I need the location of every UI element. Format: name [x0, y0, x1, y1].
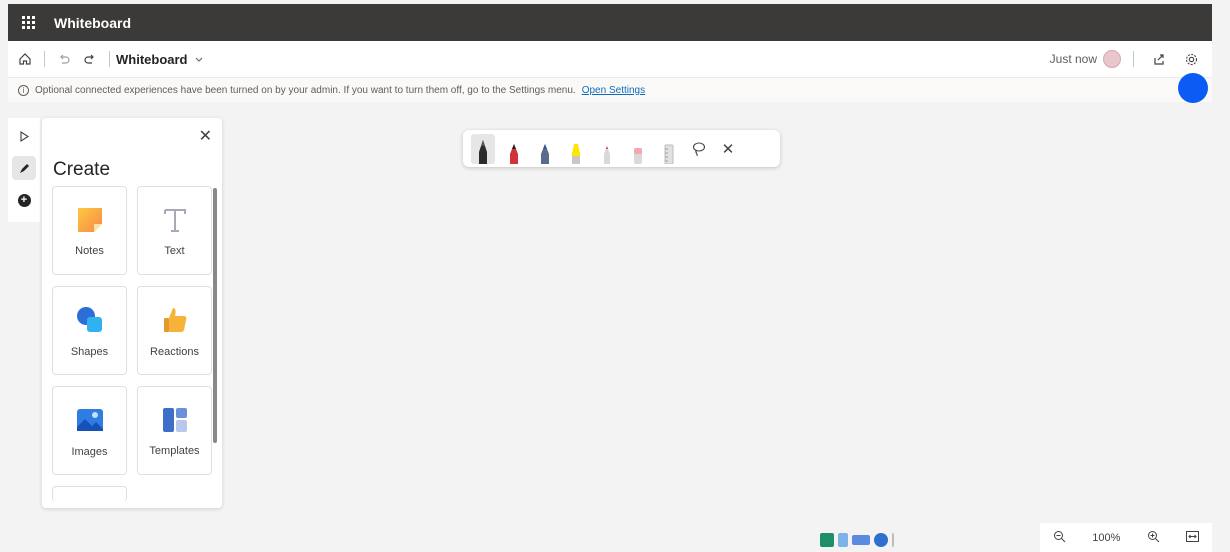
shapes-tile[interactable]: Shapes: [52, 286, 127, 375]
undo-icon: [60, 54, 70, 64]
pointer-icon: [19, 130, 29, 142]
eraser-icon: [634, 147, 642, 164]
text-icon: [163, 208, 186, 232]
command-bar-right: Just now: [1050, 46, 1212, 72]
images-tile[interactable]: Images: [52, 386, 127, 475]
pen-icon: [479, 139, 487, 164]
close-toolbar-button[interactable]: ✕: [717, 138, 739, 160]
lasso-button[interactable]: [688, 138, 710, 160]
panel-scrollbar[interactable]: [213, 188, 217, 443]
inking-tool-button[interactable]: [12, 156, 36, 180]
save-status: Just now: [1049, 52, 1097, 66]
left-tool-rail: +: [8, 118, 40, 222]
select-tool-button[interactable]: [12, 124, 36, 148]
red-pen-button[interactable]: [502, 134, 526, 164]
create-panel: ✕ Create Notes Text Shapes Reactions Ima…: [42, 118, 222, 508]
tile-label: Shapes: [70, 345, 109, 358]
ink-toolbar: ✕: [463, 130, 780, 167]
waffle-icon: [21, 16, 35, 29]
settings-button[interactable]: [1178, 46, 1204, 72]
close-icon: ✕: [721, 140, 735, 158]
fit-to-screen-button[interactable]: [1185, 530, 1199, 545]
reactions-tile[interactable]: Reactions: [137, 286, 212, 375]
text-tile[interactable]: Text: [137, 186, 212, 275]
create-tiles: Notes Text Shapes Reactions Images Templ…: [52, 186, 212, 502]
redo-button[interactable]: [77, 46, 103, 72]
gear-icon: [1185, 53, 1197, 65]
zoom-controls: 100%: [1040, 523, 1212, 552]
pencil-button[interactable]: [595, 134, 619, 164]
black-pen-button[interactable]: [471, 133, 495, 164]
image-icon: [76, 408, 103, 431]
zoom-in-button[interactable]: [1147, 530, 1160, 546]
fit-screen-icon: [1185, 530, 1199, 542]
pen-icon: [510, 143, 518, 164]
divider: [109, 51, 110, 67]
close-panel-button[interactable]: ✕: [199, 126, 212, 146]
app-launcher-button[interactable]: [8, 4, 48, 41]
tile-label: Text: [164, 244, 185, 257]
panel-title: Create: [53, 159, 111, 180]
pen-icon: [19, 163, 29, 173]
home-icon: [19, 53, 31, 65]
title-bar: Whiteboard: [8, 4, 1212, 41]
pen-icon: [541, 143, 549, 164]
info-icon: i: [18, 84, 29, 96]
ruler-icon: [664, 144, 674, 164]
app-title: Whiteboard: [54, 14, 131, 31]
zoom-out-icon: [1054, 530, 1066, 542]
command-bar: Whiteboard Just now: [8, 41, 1212, 78]
document-title: Whiteboard: [116, 51, 188, 67]
document-title-menu[interactable]: Whiteboard: [116, 52, 204, 67]
yellow-highlighter-button[interactable]: [564, 134, 588, 164]
ruler-button[interactable]: [657, 134, 681, 164]
undo-button[interactable]: [51, 46, 77, 72]
info-message: Optional connected experiences have been…: [35, 84, 576, 96]
tile-label: Templates: [149, 444, 200, 457]
more-tile[interactable]: [52, 486, 127, 502]
eraser-button[interactable]: [626, 134, 650, 164]
templates-tile[interactable]: Templates: [137, 386, 212, 475]
lasso-icon: [692, 141, 706, 156]
tile-label: Reactions: [150, 345, 199, 358]
tile-label: Notes: [75, 244, 104, 257]
admin-info-bar: i Optional connected experiences have be…: [8, 78, 1212, 102]
zoom-out-button[interactable]: [1053, 530, 1066, 546]
system-tray-icons: [820, 530, 894, 550]
highlighter-icon: [572, 143, 580, 164]
language-icon[interactable]: [838, 533, 848, 547]
chevron-down-icon: [195, 57, 202, 62]
templates-icon: [162, 407, 187, 432]
create-tool-button[interactable]: +: [12, 188, 36, 212]
divider-icon: [892, 533, 894, 547]
share-icon: [1154, 54, 1164, 65]
zoom-in-icon: [1147, 530, 1159, 542]
tile-label: Images: [71, 445, 108, 458]
notes-tile[interactable]: Notes: [52, 186, 127, 275]
divider: [44, 51, 45, 67]
app-icon[interactable]: [820, 533, 834, 547]
thumbs-up-icon: [163, 307, 186, 332]
shapes-icon: [76, 306, 102, 332]
gear-icon[interactable]: [874, 533, 888, 547]
zoom-level[interactable]: 100%: [1092, 532, 1120, 544]
divider: [1133, 51, 1134, 67]
open-settings-link[interactable]: Open Settings: [582, 85, 645, 96]
home-button[interactable]: [12, 46, 38, 72]
cursor-indicator: [1178, 73, 1208, 103]
avatar[interactable]: [1103, 50, 1121, 68]
redo-icon: [84, 54, 94, 64]
blue-pen-button[interactable]: [533, 134, 557, 164]
add-icon: +: [17, 193, 31, 207]
keyboard-icon[interactable]: [852, 535, 870, 545]
pencil-icon: [604, 145, 610, 164]
share-button[interactable]: [1146, 46, 1172, 72]
sticky-note-icon: [77, 207, 102, 232]
